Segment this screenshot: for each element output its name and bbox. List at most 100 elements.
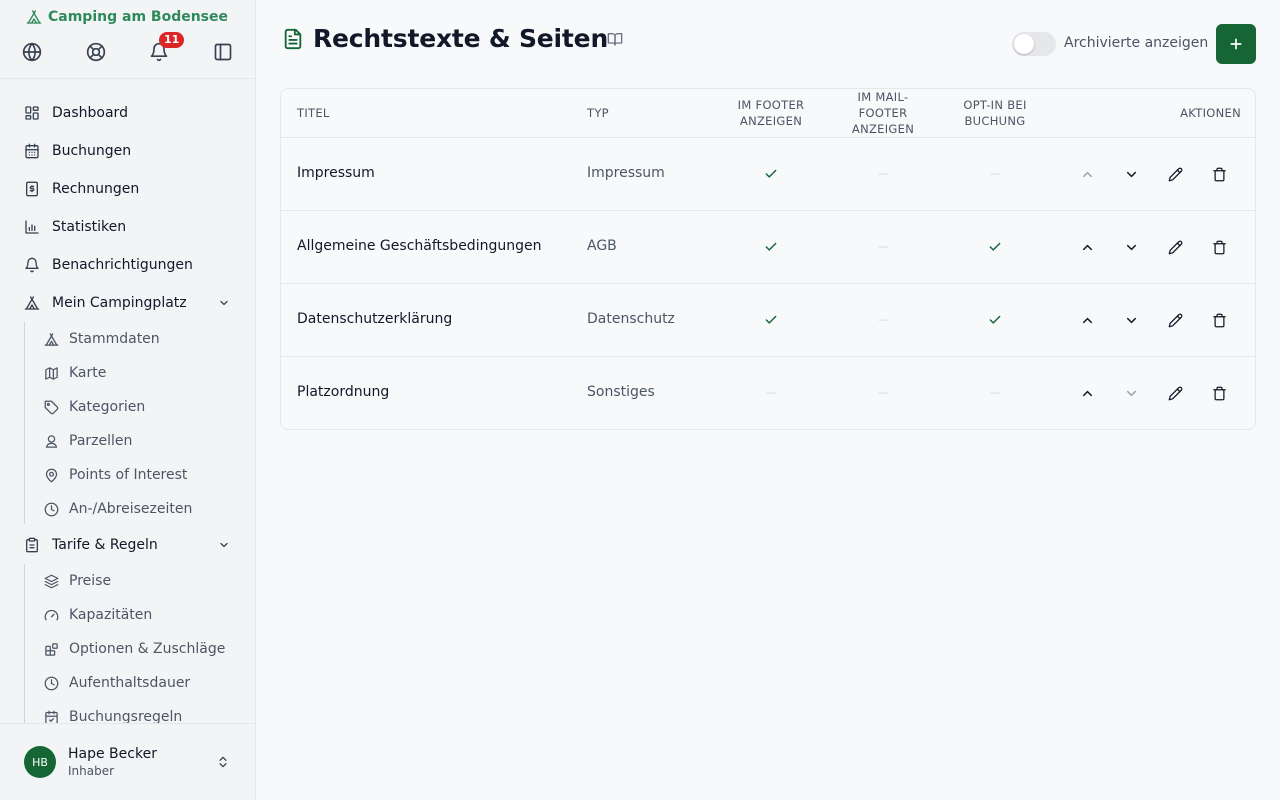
move-up-button[interactable] [1076, 309, 1098, 331]
edit-button[interactable] [1164, 236, 1186, 258]
move-up-button[interactable] [1076, 236, 1098, 258]
edit-button[interactable] [1164, 163, 1186, 185]
chevron-up-icon [1082, 244, 1092, 250]
book-open-icon[interactable] [607, 31, 623, 47]
sidebar-subitem-points-of-interest[interactable]: Points of Interest [40, 460, 240, 490]
sidebar-subitem-label: Optionen & Zuschläge [69, 641, 226, 657]
cell-title: Platzordnung [297, 384, 390, 400]
sidebar-subitem-kapazitaeten[interactable]: Kapazitäten [40, 600, 240, 630]
file-text-icon [284, 28, 302, 50]
submenu-line [24, 322, 25, 524]
add-page-button[interactable] [1216, 24, 1256, 64]
toggle-sidebar-button[interactable] [209, 38, 237, 66]
dash-icon [875, 385, 891, 401]
trash-icon [1212, 386, 1226, 400]
move-down-button[interactable] [1120, 382, 1142, 404]
toggle-knob [1014, 34, 1034, 54]
cell-title: Datenschutzerklärung [297, 311, 453, 327]
sidebar-item-buchungen[interactable]: Buchungen [16, 134, 240, 168]
move-down-button[interactable] [1120, 236, 1142, 258]
sidebar-subitem-label: Kategorien [69, 399, 146, 415]
column-header-optin: Opt-in bei Buchung [963, 98, 1027, 128]
map-pin-icon [45, 468, 58, 482]
sidebar-subitem-kategorien[interactable]: Kategorien [40, 392, 240, 422]
archived-toggle-label: Archivierte anzeigen [1064, 35, 1209, 51]
sidebar-item-dashboard[interactable]: Dashboard [16, 96, 240, 130]
table-row: Datenschutzerklärung Datenschutz [281, 284, 1255, 357]
bell-icon [25, 257, 39, 273]
move-up-button[interactable] [1076, 163, 1098, 185]
chevron-down-icon [1126, 317, 1136, 323]
edit-button[interactable] [1164, 309, 1186, 331]
delete-button[interactable] [1208, 163, 1230, 185]
archived-toggle[interactable] [1012, 32, 1056, 56]
move-down-button[interactable] [1120, 309, 1142, 331]
check-icon [987, 312, 1003, 328]
sidebar-item-tarife-regeln[interactable]: Tarife & Regeln [16, 528, 240, 562]
sidebar-nav: Dashboard Buchungen Rechnungen Statistik… [0, 94, 256, 724]
calendar-check-icon [45, 710, 58, 724]
delete-button[interactable] [1208, 236, 1230, 258]
notifications-button[interactable]: 11 [145, 32, 185, 66]
column-header-footer: Im Footer anzeigen [737, 98, 805, 128]
chevron-up-icon [1082, 390, 1092, 396]
sidebar-subitem-label: Points of Interest [69, 467, 188, 483]
chevron-down-icon [220, 542, 228, 548]
divider [0, 723, 256, 724]
move-up-button[interactable] [1076, 382, 1098, 404]
dash-icon [987, 166, 1003, 182]
sidebar-item-label: Benachrichtigungen [52, 257, 193, 273]
divider [0, 78, 256, 79]
sidebar: Camping am Bodensee 11 Dashboard Buchung… [0, 0, 256, 800]
pencil-icon [1168, 386, 1182, 400]
cell-type: Datenschutz [587, 311, 675, 327]
edit-button[interactable] [1164, 382, 1186, 404]
plus-icon [1230, 38, 1242, 50]
sidebar-subitem-stammdaten[interactable]: Stammdaten [40, 324, 240, 354]
sidebar-subitem-karte[interactable]: Karte [40, 358, 240, 388]
sidebar-item-rechnungen[interactable]: Rechnungen [16, 172, 240, 206]
sidebar-item-statistiken[interactable]: Statistiken [16, 210, 240, 244]
brand[interactable]: Camping am Bodensee [26, 9, 228, 25]
help-button[interactable] [82, 38, 110, 66]
chart-icon [25, 220, 39, 234]
sidebar-subitem-label: Karte [69, 365, 107, 381]
sidebar-subitem-label: An-/Abreisezeiten [69, 501, 193, 517]
sidebar-subitem-an-abreisezeiten[interactable]: An-/Abreisezeiten [40, 494, 240, 524]
sidebar-subitem-buchungsregeln[interactable]: Buchungsregeln [40, 702, 240, 724]
move-down-button[interactable] [1120, 163, 1142, 185]
sidebar-subitem-preise[interactable]: Preise [40, 566, 240, 596]
sidebar-subitem-aufenthaltsdauer[interactable]: Aufenthaltsdauer [40, 668, 240, 698]
clock-icon [44, 502, 59, 516]
delete-button[interactable] [1208, 309, 1230, 331]
check-icon [763, 312, 779, 328]
user-name: Hape Becker [68, 746, 157, 762]
gauge-icon [44, 609, 59, 620]
cell-type: Sonstiges [587, 384, 655, 400]
delete-button[interactable] [1208, 382, 1230, 404]
sidebar-item-benachrichtigungen[interactable]: Benachrichtigungen [16, 248, 240, 282]
pages-table: Titel Typ Im Footer anzeigen Im Mail-Foo… [280, 88, 1256, 430]
chevron-up-icon [1082, 171, 1092, 177]
chevron-up-icon [1082, 317, 1092, 323]
user-info: Hape Becker Inhaber [68, 746, 157, 778]
user-menu[interactable]: HB Hape Becker Inhaber [16, 738, 240, 786]
lifebuoy-icon [86, 42, 106, 62]
column-header-type: Typ [587, 106, 609, 120]
sidebar-subitem-parzellen[interactable]: Parzellen [40, 426, 240, 456]
tent-icon [26, 10, 42, 24]
check-icon [763, 239, 779, 255]
sidebar-subitem-optionen-zuschlaege[interactable]: Optionen & Zuschläge [40, 634, 240, 664]
clock-icon [44, 676, 59, 690]
column-header-actions: Aktionen [1180, 106, 1241, 120]
user-role: Inhaber [68, 764, 115, 778]
pencil-icon [1168, 167, 1182, 181]
trash-icon [1212, 240, 1226, 254]
sidebar-toolbar: 11 [0, 32, 256, 66]
sidebar-item-label: Tarife & Regeln [52, 537, 158, 553]
dash-icon [875, 166, 891, 182]
table-header: Titel Typ Im Footer anzeigen Im Mail-Foo… [281, 89, 1255, 138]
brand-name: Camping am Bodensee [48, 9, 228, 25]
sidebar-item-mein-campingplatz[interactable]: Mein Campingplatz [16, 286, 240, 320]
language-button[interactable] [18, 38, 46, 66]
